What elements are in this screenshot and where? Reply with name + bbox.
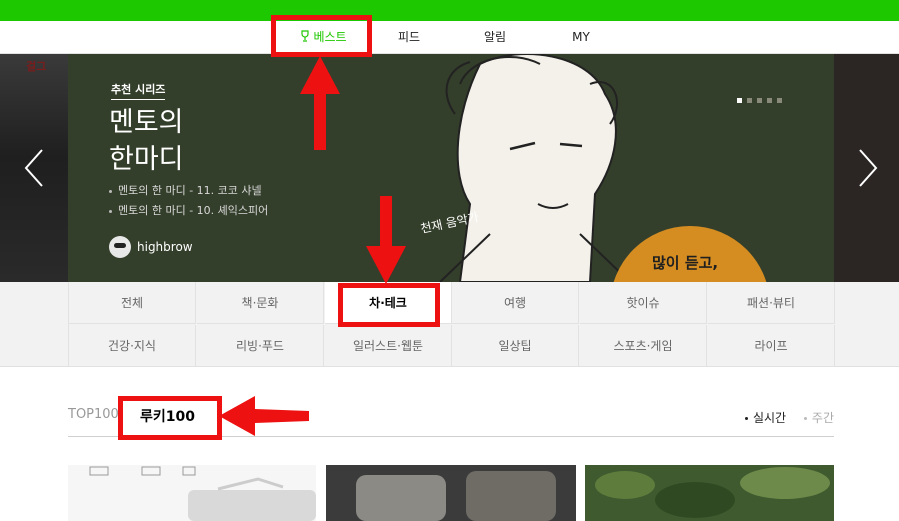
category-grid: 전체 책·문화 차·테크 여행 핫이슈 패션·뷰티 건강·지식 리빙·푸드 일러…	[68, 282, 835, 367]
banner-title-line2: 한마디	[109, 144, 184, 175]
highlight-car-tech-category	[338, 283, 440, 327]
article-thumbnail[interactable]	[68, 465, 316, 521]
period-selector: 실시간 주간	[744, 409, 834, 426]
hero-banner[interactable]: 걸그 천재 음악가 많이 듣고, 추천 시리즈 멘토의 한마디 멘토의 한 마디…	[0, 54, 899, 282]
speech-bubble-text: 많이 듣고,	[652, 254, 719, 272]
author-info[interactable]: highbrow	[109, 235, 193, 258]
banner-article-link-label: 멘토의 한 마디 - 11. 코코 샤넬	[118, 184, 262, 197]
chevron-left-icon[interactable]	[20, 146, 50, 190]
pager-dot-active[interactable]	[737, 98, 742, 103]
category-all[interactable]: 전체	[69, 282, 196, 324]
bullet-icon	[109, 209, 112, 213]
pager-dot[interactable]	[777, 98, 782, 103]
author-avatar	[109, 235, 131, 258]
category-life[interactable]: 라이프	[708, 325, 835, 367]
nav-tab-my[interactable]: MY	[553, 21, 609, 54]
car-seat-image	[356, 471, 556, 521]
top-green-bar	[0, 0, 899, 21]
nav-tab-feed[interactable]: 피드	[381, 21, 437, 54]
banner-article-link[interactable]: 멘토의 한 마디 - 11. 코코 샤넬	[109, 181, 268, 201]
category-bar: 전체 책·문화 차·테크 여행 핫이슈 패션·뷰티 건강·지식 리빙·푸드 일러…	[0, 282, 899, 367]
highlight-best-tab	[271, 15, 372, 57]
pager-dot[interactable]	[757, 98, 762, 103]
highlight-rookie-tab	[118, 396, 222, 440]
category-hot-issue[interactable]: 핫이슈	[580, 282, 707, 324]
category-illust-webtoon[interactable]: 일러스트·웹툰	[325, 325, 452, 367]
category-health-knowledge[interactable]: 건강·지식	[69, 325, 196, 367]
usb-hub-image	[89, 466, 316, 521]
category-travel[interactable]: 여행	[452, 282, 579, 324]
banner-article-link-label: 멘토의 한 마디 - 10. 셰익스피어	[118, 204, 269, 217]
article-thumbnail[interactable]	[585, 465, 834, 521]
period-weekly-label: 주간	[811, 411, 834, 425]
bullet-icon	[803, 417, 807, 420]
category-sports-game[interactable]: 스포츠·게임	[580, 325, 707, 367]
main-nav: 베스트 피드 알림 MY	[0, 21, 899, 54]
nav-tab-alarm[interactable]: 알림	[467, 21, 523, 54]
bullet-icon	[744, 417, 748, 420]
article-thumbnails	[68, 465, 834, 521]
page-root: 베스트 피드 알림 MY 걸그 천재 음악가 많이 듣고, 추천 시리즈 멘토의…	[0, 0, 899, 521]
left-arrow-annotation	[219, 396, 309, 436]
pager-dot[interactable]	[767, 98, 772, 103]
bullet-icon	[109, 189, 112, 193]
pager-dot[interactable]	[747, 98, 752, 103]
chevron-right-icon[interactable]	[852, 146, 882, 190]
category-fashion-beauty[interactable]: 패션·뷰티	[708, 282, 835, 324]
category-living-food[interactable]: 리빙·푸드	[197, 325, 324, 367]
category-daily-tips[interactable]: 일상팁	[452, 325, 579, 367]
banner-article-links: 멘토의 한 마디 - 11. 코코 샤넬 멘토의 한 마디 - 10. 셰익스피…	[109, 181, 268, 221]
slide-pager	[737, 88, 787, 103]
period-realtime-label: 실시간	[752, 411, 787, 425]
author-name: highbrow	[137, 239, 193, 254]
up-arrow-annotation	[300, 56, 340, 150]
down-arrow-annotation	[366, 196, 406, 284]
plant-image	[595, 467, 830, 518]
period-weekly[interactable]: 주간	[803, 411, 834, 425]
series-label: 추천 시리즈	[111, 81, 166, 100]
banner-article-link[interactable]: 멘토의 한 마디 - 10. 셰익스피어	[109, 201, 268, 221]
banner-title-line1: 멘토의	[109, 107, 184, 138]
banner-title[interactable]: 멘토의 한마디	[109, 104, 329, 178]
article-thumbnail[interactable]	[326, 465, 576, 521]
period-realtime[interactable]: 실시간	[744, 411, 787, 425]
tab-top100[interactable]: TOP100	[68, 407, 119, 422]
prev-slide-sign: 걸그	[26, 60, 47, 73]
category-book-culture[interactable]: 책·문화	[197, 282, 324, 324]
